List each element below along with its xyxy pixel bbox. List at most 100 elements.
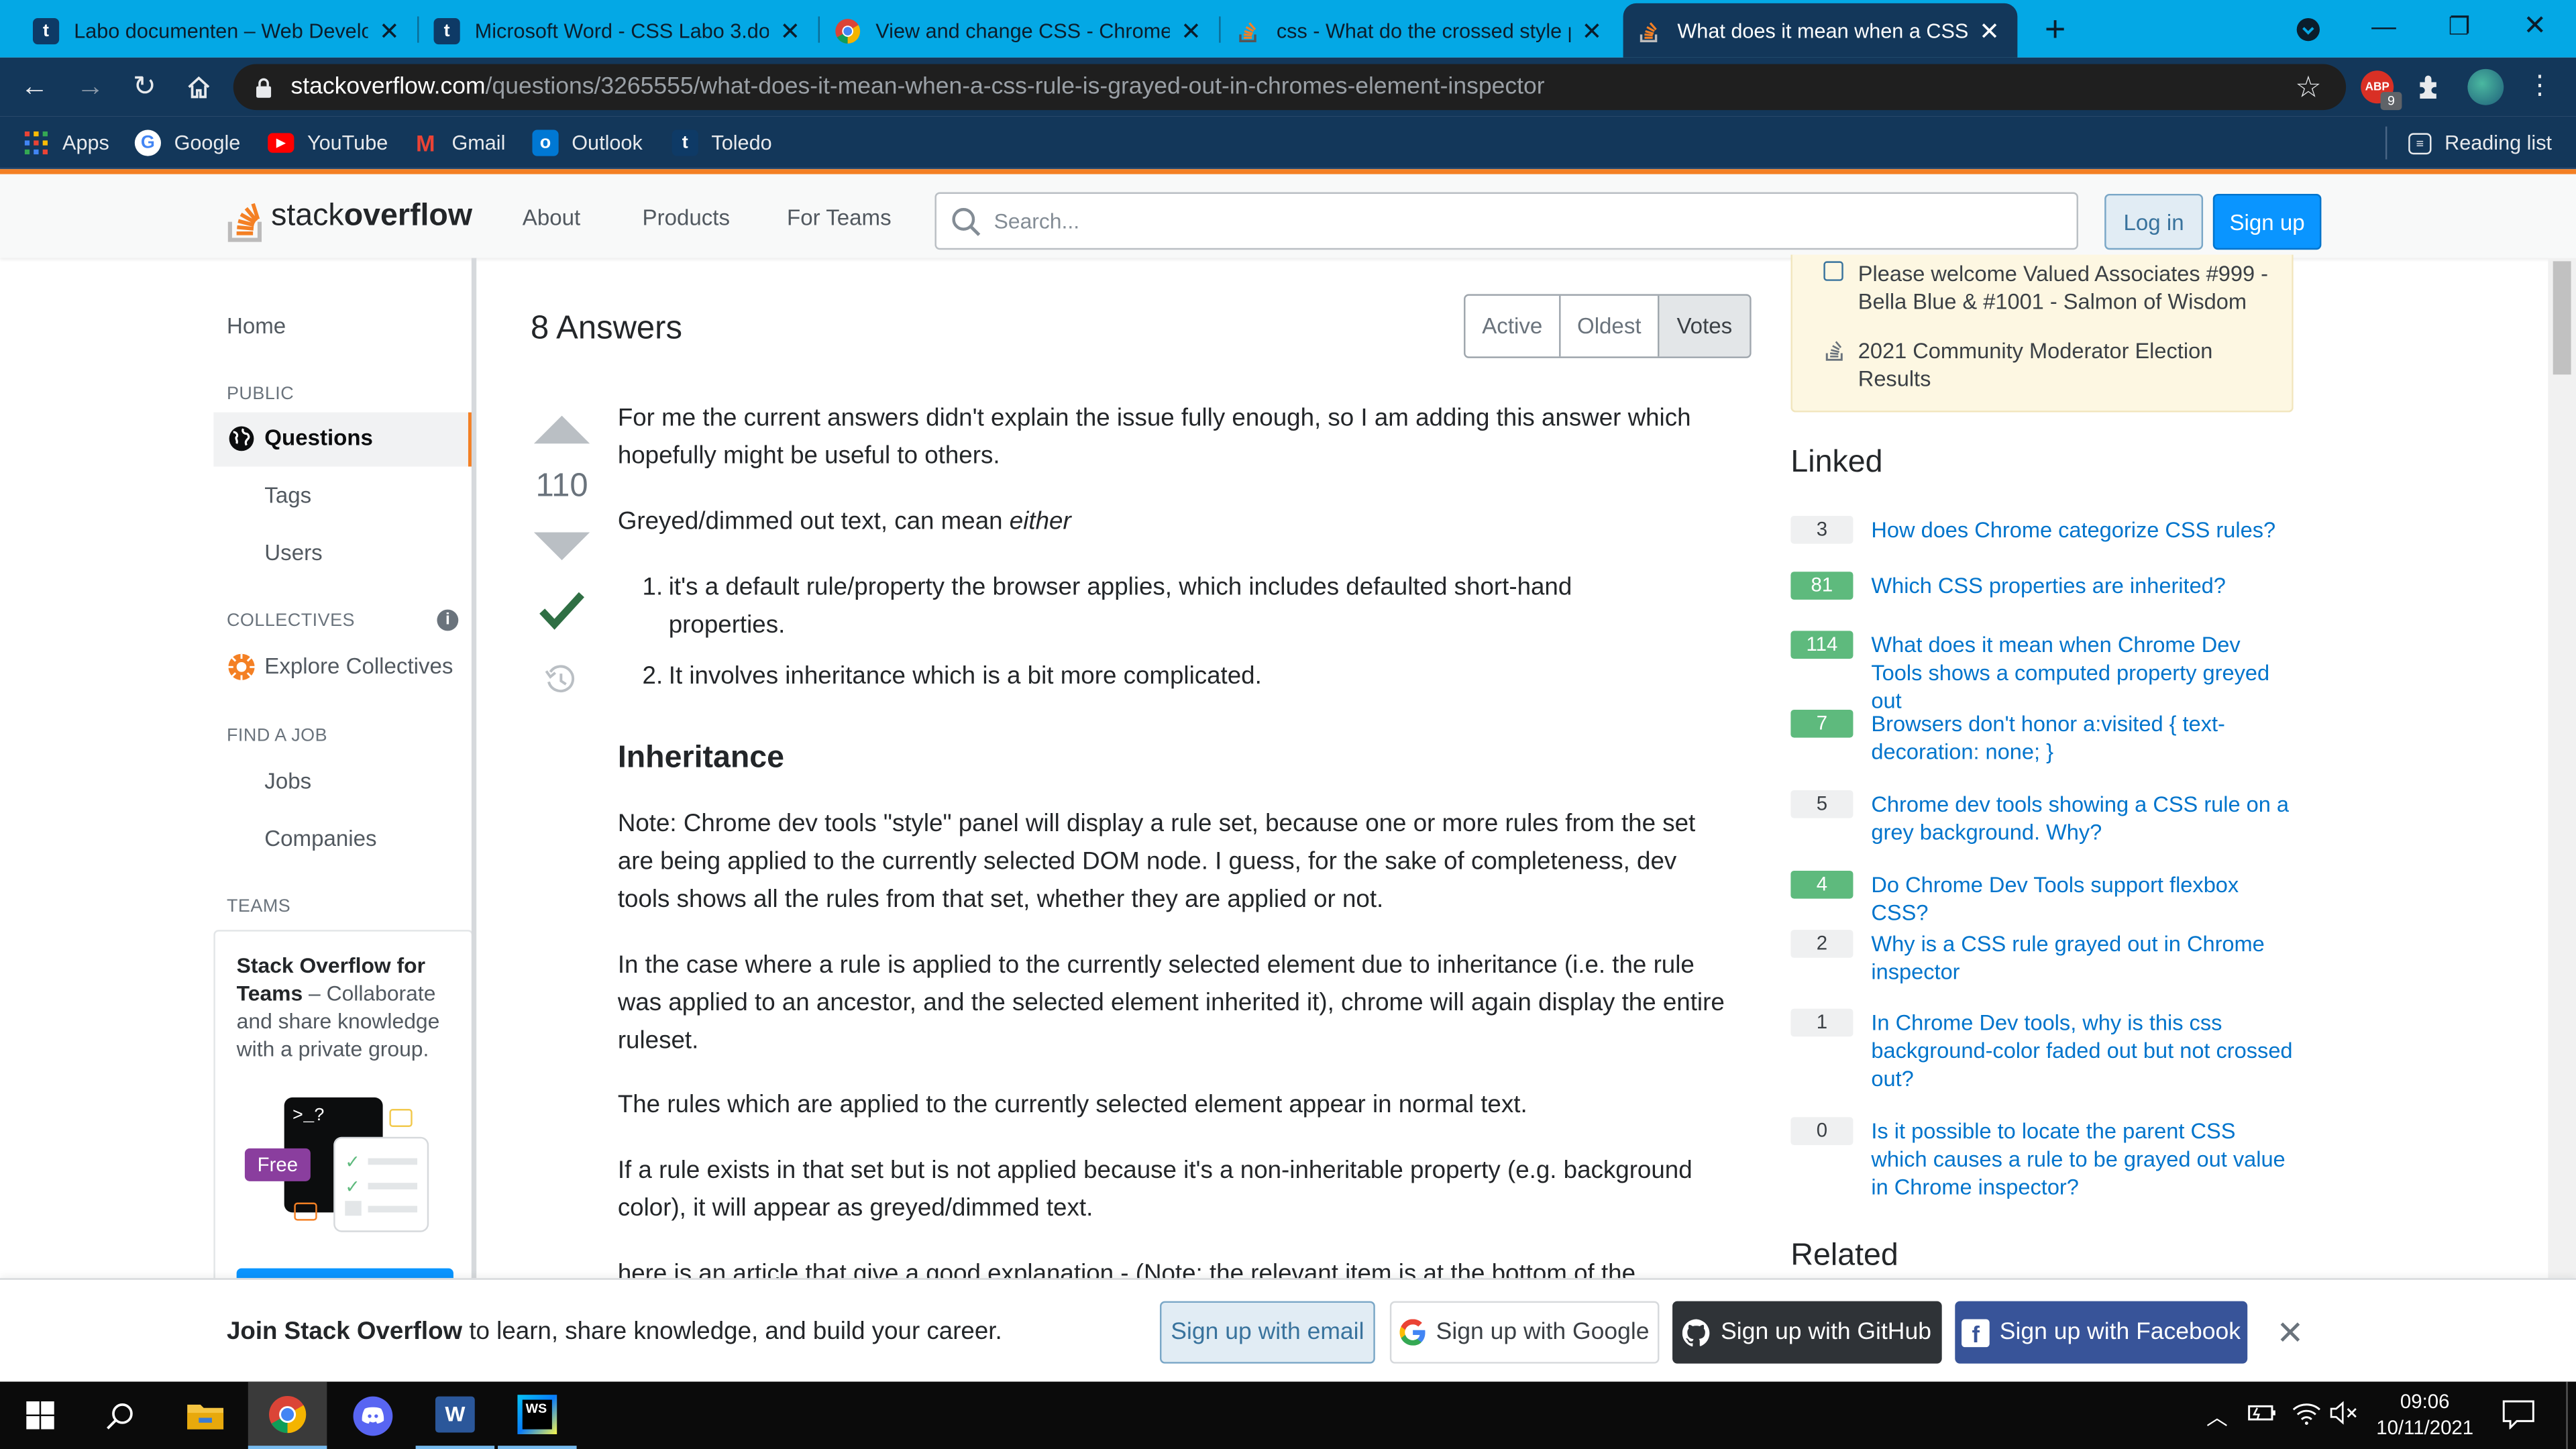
nav-products[interactable]: Products: [643, 205, 730, 230]
stackoverflow-icon: [227, 203, 262, 242]
show-desktop-button[interactable]: [2566, 1381, 2568, 1449]
close-icon[interactable]: ✕: [1176, 15, 1205, 46]
nav-tags[interactable]: Tags: [264, 483, 311, 508]
info-icon[interactable]: i: [437, 609, 459, 631]
linked-item[interactable]: 81 Which CSS properties are inherited?: [1790, 572, 2293, 600]
volume-muted-icon[interactable]: [2330, 1400, 2359, 1426]
webstorm-icon[interactable]: WS: [498, 1382, 577, 1449]
bookmark-apps[interactable]: Apps: [23, 127, 109, 160]
file-explorer-icon[interactable]: [166, 1382, 245, 1449]
linked-question-link[interactable]: Browsers don't honor a:visited { text-de…: [1871, 710, 2293, 765]
browser-tab-active[interactable]: What does it mean when a CSS ru ✕: [1623, 3, 2018, 58]
browser-tab[interactable]: t Microsoft Word - CSS Labo 3.doc ✕: [421, 5, 818, 56]
sort-oldest[interactable]: Oldest: [1561, 295, 1660, 357]
search-icon[interactable]: [80, 1382, 160, 1449]
nav-users[interactable]: Users: [264, 541, 322, 566]
signup-button[interactable]: Sign up: [2212, 193, 2322, 250]
search-input[interactable]: Search...: [934, 192, 2078, 250]
nav-questions[interactable]: Questions: [213, 412, 474, 467]
linked-item[interactable]: 7 Browsers don't honor a:visited { text-d…: [1790, 709, 2293, 765]
word-icon[interactable]: W: [415, 1382, 495, 1449]
nav-for-teams[interactable]: For Teams: [787, 205, 892, 230]
notifications-icon[interactable]: [2502, 1400, 2535, 1430]
linked-question-link[interactable]: What does it mean when Chrome Dev Tools …: [1871, 631, 2293, 714]
battery-icon[interactable]: [2247, 1401, 2277, 1424]
more-menu-icon[interactable]: ⋮: [2527, 69, 2553, 105]
linked-question-link[interactable]: Chrome dev tools showing a CSS rule on a…: [1871, 790, 2293, 846]
history-icon[interactable]: [544, 663, 577, 696]
toledo-icon: t: [672, 129, 698, 156]
chevron-up-icon[interactable]: ︿: [2206, 1400, 2228, 1432]
reload-button[interactable]: ↻: [123, 66, 166, 109]
back-button[interactable]: ←: [13, 66, 56, 109]
address-bar[interactable]: stackoverflow.com/questions/3265555/what…: [233, 64, 2347, 111]
bookmark-google[interactable]: G Google: [134, 127, 240, 160]
nav-home[interactable]: Home: [227, 314, 286, 339]
discord-icon[interactable]: [333, 1382, 413, 1449]
windows-start-icon[interactable]: [0, 1382, 79, 1449]
browser-tab[interactable]: t Labo documenten – Web Develo ✕: [19, 5, 417, 56]
window-close-button[interactable]: ✕: [2497, 0, 2573, 52]
tab-search-button[interactable]: [2288, 13, 2328, 46]
close-icon[interactable]: ✕: [374, 15, 404, 46]
sort-active[interactable]: Active: [1465, 295, 1561, 357]
linked-item[interactable]: 1 In Chrome Dev tools, why is this css ba…: [1790, 1008, 2293, 1093]
list-item: 2. It involves inheritance which is a bi…: [642, 661, 1262, 690]
nav-companies[interactable]: Companies: [264, 826, 376, 851]
scrollbar-thumb[interactable]: [2553, 261, 2571, 375]
outlook-icon: o: [532, 129, 559, 156]
bookmark-gmail[interactable]: M Gmail: [413, 127, 505, 160]
teams-cta-button[interactable]: [236, 1268, 453, 1279]
linked-item[interactable]: 4 Do Chrome Dev Tools support flexbox CSS…: [1790, 870, 2293, 926]
clock[interactable]: 09:06 10/11/2021: [2366, 1388, 2484, 1440]
browser-tab[interactable]: css - What do the crossed style p ✕: [1222, 5, 1620, 56]
reading-list[interactable]: ≡ Reading list: [2408, 127, 2552, 160]
home-button[interactable]: [177, 66, 220, 109]
linked-item[interactable]: 3 How does Chrome categorize CSS rules?: [1790, 515, 2293, 544]
signup-github-button[interactable]: Sign up with GitHub: [1672, 1301, 1942, 1364]
linked-question-link[interactable]: Is it possible to locate the parent CSS …: [1871, 1117, 2293, 1201]
login-button[interactable]: Log in: [2104, 193, 2204, 250]
nav-jobs[interactable]: Jobs: [264, 769, 311, 794]
restore-button[interactable]: ❐: [2422, 0, 2498, 52]
bookmark-youtube[interactable]: ▶ YouTube: [268, 127, 388, 160]
close-banner-icon[interactable]: ✕: [2272, 1313, 2308, 1352]
linked-item[interactable]: 114 What does it mean when Chrome Dev Too…: [1790, 631, 2293, 714]
signup-google-button[interactable]: Sign up with Google: [1389, 1301, 1660, 1364]
close-icon[interactable]: ✕: [1975, 15, 2004, 46]
linked-item[interactable]: 5 Chrome dev tools showing a CSS rule on …: [1790, 790, 2293, 846]
upvote-button[interactable]: [531, 411, 593, 447]
browser-tab[interactable]: View and change CSS - Chrome D ✕: [821, 5, 1219, 56]
signup-email-button[interactable]: Sign up with email: [1159, 1301, 1375, 1364]
nav-about[interactable]: About: [523, 205, 580, 230]
linked-question-link[interactable]: Do Chrome Dev Tools support flexbox CSS?: [1871, 871, 2293, 926]
bulletin-item[interactable]: 2021 Community Moderator Election Result…: [1858, 337, 2269, 392]
profile-avatar[interactable]: [2467, 68, 2504, 105]
linked-item[interactable]: 0 Is it possible to locate the parent CSS…: [1790, 1117, 2293, 1201]
linked-item[interactable]: 2 Why is a CSS rule grayed out in Chrome …: [1790, 930, 2293, 985]
wifi-icon[interactable]: [2292, 1400, 2321, 1426]
sort-votes[interactable]: Votes: [1659, 295, 1750, 357]
bookmark-toledo[interactable]: t Toledo: [672, 127, 772, 160]
bulletin-item[interactable]: Please welcome Valued Associates #999 - …: [1858, 260, 2269, 315]
stackoverflow-logo[interactable]: stack overflow: [225, 189, 472, 245]
nav-explore-collectives[interactable]: Explore Collectives: [264, 654, 453, 679]
linked-question-link[interactable]: Which CSS properties are inherited?: [1871, 572, 2226, 600]
linked-question-link[interactable]: How does Chrome categorize CSS rules?: [1871, 516, 2275, 544]
star-icon[interactable]: ☆: [2295, 70, 2322, 105]
signup-facebook-button[interactable]: f Sign up with Facebook: [1955, 1301, 2248, 1364]
new-tab-button[interactable]: +: [2034, 8, 2077, 50]
chrome-taskbar-icon[interactable]: [248, 1381, 327, 1449]
forward-button[interactable]: →: [69, 66, 112, 109]
linked-question-link[interactable]: Why is a CSS rule grayed out in Chrome i…: [1871, 930, 2293, 985]
page-scrollbar[interactable]: [2548, 258, 2576, 1382]
minimize-button[interactable]: —: [2346, 0, 2422, 52]
linked-question-link[interactable]: In Chrome Dev tools, why is this css bac…: [1871, 1009, 2293, 1093]
close-icon[interactable]: ✕: [775, 15, 805, 46]
extensions-puzzle-icon[interactable]: [2415, 72, 2448, 105]
close-icon[interactable]: ✕: [1577, 15, 1607, 46]
bookmark-outlook[interactable]: o Outlook: [532, 127, 643, 160]
downvote-button[interactable]: [531, 529, 593, 566]
left-scrollbar[interactable]: [471, 258, 477, 1279]
windows-taskbar: W WS ︿ 09:06 10/11/2021: [0, 1381, 2576, 1449]
